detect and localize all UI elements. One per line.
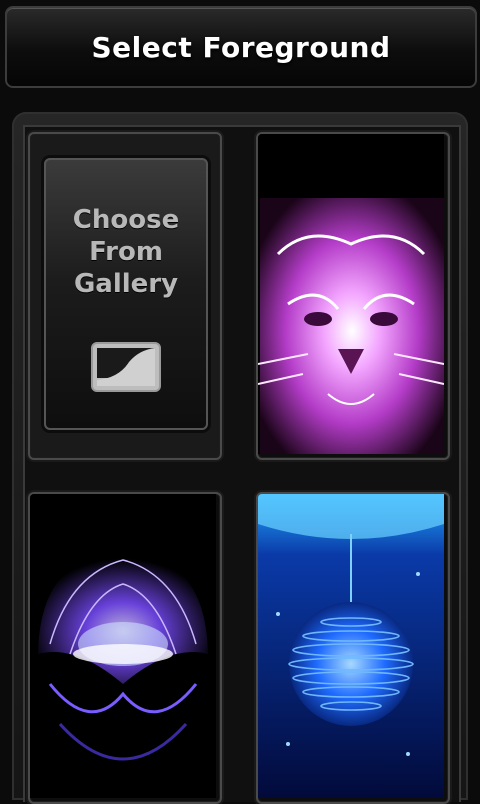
neon-tiger-tile[interactable] (256, 132, 450, 460)
neon-tiger-image (258, 134, 444, 454)
neon-ornament-tile[interactable] (256, 492, 450, 804)
choose-from-gallery-button[interactable]: Choose From Gallery (44, 158, 208, 430)
gallery-label-line-2: From (89, 237, 163, 267)
gallery-tile[interactable]: Choose From Gallery (28, 132, 222, 460)
picture-icon (89, 340, 163, 394)
neon-jellyfish-tile[interactable] (28, 492, 222, 804)
title-bar: Select Foreground (5, 6, 477, 88)
page-title: Select Foreground (91, 30, 391, 64)
neon-jellyfish-image (30, 494, 216, 798)
neon-ornament-image (258, 494, 444, 798)
gallery-label-line-1: Choose (72, 205, 180, 235)
gallery-label-line-3: Gallery (73, 269, 179, 299)
gallery-button-label: Choose From Gallery (73, 204, 179, 300)
